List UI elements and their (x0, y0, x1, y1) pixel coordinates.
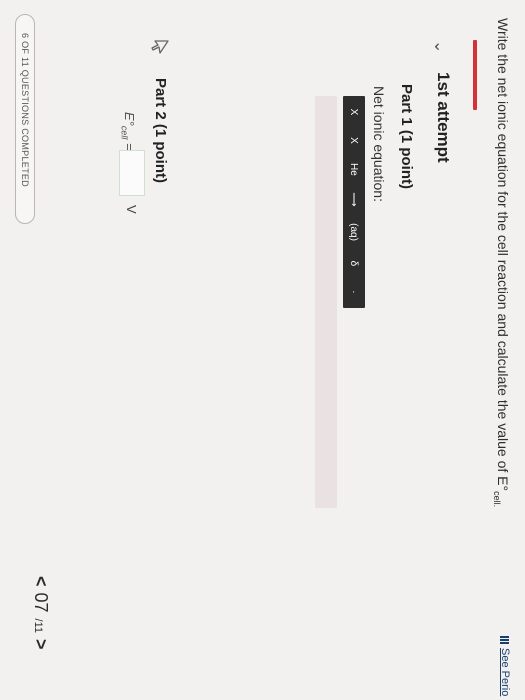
next-question-button[interactable]: > (30, 639, 51, 650)
screen: Write the net ionic equation for the cel… (0, 0, 525, 700)
question-prompt: Write the net ionic equation for the cel… (492, 18, 511, 508)
toolbar-x-button[interactable]: X (349, 106, 360, 118)
part1-title: Part 1 (1 point) (398, 84, 415, 190)
periodic-table-link[interactable]: See Perio (499, 636, 511, 696)
toolbar-dot-button[interactable]: · (349, 286, 360, 298)
pager-total: /11 (32, 618, 44, 634)
pager-current: 07 (31, 592, 51, 613)
toolbar-x2-button[interactable]: X (349, 135, 360, 147)
toolbar-arrow-button[interactable]: ⟶ (349, 192, 360, 206)
progress-status[interactable]: 6 OF 11 QUESTIONS COMPLETED (15, 14, 35, 224)
net-ionic-label: Net ionic equation: (371, 86, 387, 202)
toolbar-state-button[interactable]: (aq) (349, 223, 360, 241)
ecell-label: E°cell = (119, 112, 137, 151)
equation-toolbar: X X He ⟶ (aq) δ · (343, 96, 365, 308)
periodic-table-icon (500, 636, 510, 645)
ecell-input[interactable] (119, 150, 145, 196)
toolbar-delta-button[interactable]: δ (349, 257, 360, 269)
prev-question-button[interactable]: < (30, 576, 51, 587)
attempt-label[interactable]: 1st attempt (433, 72, 453, 163)
toolbar-element-button[interactable]: He (349, 163, 360, 176)
equation-answer-field[interactable] (315, 96, 337, 508)
question-pager: < 07/11 > (30, 576, 51, 650)
part2-title: Part 2 (1 point) (152, 78, 169, 184)
title-underline (473, 40, 477, 110)
pointer-cursor-icon (151, 40, 169, 54)
photo-background: Write the net ionic equation for the cel… (0, 0, 525, 700)
ecell-unit: V (124, 205, 139, 214)
chevron-down-icon[interactable]: ⌄ (430, 40, 450, 53)
